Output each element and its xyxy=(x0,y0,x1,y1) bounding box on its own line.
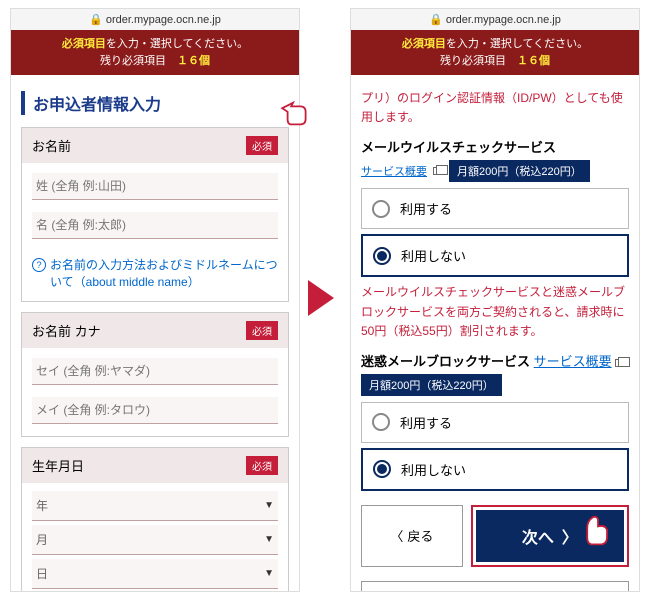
cancel-button[interactable]: 〈申し込みを中止する xyxy=(361,581,629,592)
help-icon: ? xyxy=(32,258,46,272)
required-banner: 必須項目を入力・選択してください。 残り必須項目 １６個 xyxy=(351,30,639,75)
name-group: お名前 必須 ?お名前の入力方法およびミドルネームについて（about middl… xyxy=(21,127,289,302)
virus-nouse-radio[interactable]: 利用しない xyxy=(361,234,629,277)
discount-note: メールウイルスチェックサービスと迷惑メールブロックサービスを両方ご契約されると、… xyxy=(361,283,629,341)
chevron-left-icon: 〈 xyxy=(390,526,403,545)
kana-group: お名前 カナ 必須 xyxy=(21,312,289,437)
back-button[interactable]: 〈戻る xyxy=(361,505,463,567)
url-bar: 🔒order.mypage.ocn.ne.jp xyxy=(351,9,639,30)
url-bar: 🔒order.mypage.ocn.ne.jp xyxy=(11,9,299,30)
chevron-down-icon: ▼ xyxy=(264,568,274,579)
name-label: お名前 xyxy=(32,136,71,155)
virus-service-title: メールウイルスチェックサービス xyxy=(361,137,629,156)
radio-icon xyxy=(373,247,391,265)
radio-icon xyxy=(373,460,391,478)
virus-overview-link[interactable]: サービス概要 xyxy=(361,163,427,179)
month-select[interactable]: 月▼ xyxy=(32,525,278,555)
firstname-input[interactable] xyxy=(32,212,278,239)
page-title: お申込者情報入力 xyxy=(21,91,289,115)
name-help-link[interactable]: ?お名前の入力方法およびミドルネームについて（about middle name… xyxy=(22,251,288,301)
spam-overview-link[interactable]: サービス概要 xyxy=(534,354,612,369)
chevron-down-icon: ▼ xyxy=(264,534,274,545)
firstname-kana-input[interactable] xyxy=(32,397,278,424)
radio-icon xyxy=(372,413,390,431)
lastname-kana-input[interactable] xyxy=(32,358,278,385)
spam-service-title: 迷惑メールブロックサービス サービス概要 xyxy=(361,351,629,370)
lock-icon: 🔒 xyxy=(429,13,443,26)
dob-group: 生年月日 必須 年▼ 月▼ 日▼ xyxy=(21,447,289,592)
pointer-hand-icon xyxy=(275,92,311,128)
price-badge: 月額200円（税込220円） xyxy=(361,374,502,396)
external-icon xyxy=(433,167,443,175)
required-badge: 必須 xyxy=(246,456,278,475)
dob-label: 生年月日 xyxy=(32,456,84,475)
spam-nouse-radio[interactable]: 利用しない xyxy=(361,448,629,491)
lock-icon: 🔒 xyxy=(89,13,103,26)
required-badge: 必須 xyxy=(246,136,278,155)
virus-use-radio[interactable]: 利用する xyxy=(361,188,629,229)
chevron-down-icon: ▼ xyxy=(264,500,274,511)
day-select[interactable]: 日▼ xyxy=(32,559,278,589)
required-badge: 必須 xyxy=(246,321,278,340)
year-select[interactable]: 年▼ xyxy=(32,491,278,521)
spam-use-radio[interactable]: 利用する xyxy=(361,402,629,443)
radio-icon xyxy=(372,200,390,218)
pointer-hand-icon xyxy=(580,512,616,548)
screen-left: 🔒order.mypage.ocn.ne.jp 必須項目を入力・選択してください… xyxy=(10,8,300,592)
kana-label: お名前 カナ xyxy=(32,321,101,340)
chevron-right-icon: 〉 xyxy=(562,524,578,548)
arrow-right-icon xyxy=(308,280,334,316)
lastname-input[interactable] xyxy=(32,173,278,200)
screen-right: 🔒order.mypage.ocn.ne.jp 必須項目を入力・選択してください… xyxy=(350,8,640,592)
price-badge: 月額200円（税込220円） xyxy=(449,160,590,182)
required-banner: 必須項目を入力・選択してください。 残り必須項目 １６個 xyxy=(11,30,299,75)
external-icon xyxy=(615,359,625,367)
top-note: プリ）のログイン認証情報（ID/PW）としても使用します。 xyxy=(361,89,629,127)
